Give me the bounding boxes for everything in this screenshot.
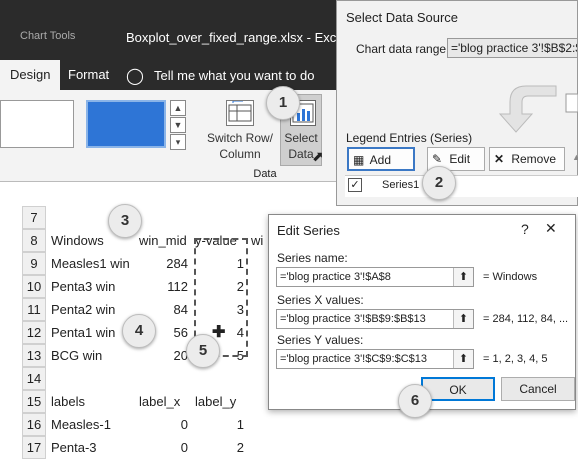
sheet-cell[interactable] [136,367,192,390]
row-header[interactable]: 16 [22,413,46,436]
window-title: Boxplot_over_fixed_range.xlsx - Excel [126,30,347,45]
tab-design[interactable]: Design [0,60,61,90]
more-styles-icon[interactable]: ▾ [170,134,186,150]
sheet-cell[interactable]: win_mid [136,229,192,252]
sheet-cell[interactable] [248,275,270,298]
add-series-button[interactable]: ▦ Add [347,147,415,171]
switch-arrow-icon [496,80,578,139]
series-list [345,175,578,197]
sheet-cell[interactable]: 20 [136,344,192,367]
callout-5: 5 [186,334,220,368]
callout-6: 6 [398,384,432,418]
sheet-cell[interactable]: 2 [192,436,248,459]
chart-style-thumbnail[interactable] [0,100,74,148]
help-button[interactable]: ? [521,221,529,237]
sheet-cell[interactable] [248,321,270,344]
sheet-cell[interactable] [248,390,270,413]
scroll-up-icon[interactable]: ▲ [170,100,186,116]
switch-row-column-button[interactable]: Switch Row/ Column [204,130,276,162]
series-y-input[interactable]: ='blog practice 3'!$C$9:$C$13 [276,349,474,369]
remove-series-button[interactable]: ✕ Remove [489,147,565,171]
move-up-icon[interactable]: ▲ [572,152,578,162]
series-name-preview: = Windows [483,271,538,283]
sheet-cell[interactable]: Measles1 win [48,252,136,275]
edit-series-dialog: Edit Series ? ✕ Series name: ='blog prac… [268,214,576,410]
row-header[interactable]: 11 [22,298,46,321]
sheet-cell[interactable]: label_x [136,390,192,413]
ok-button[interactable]: OK [421,377,495,401]
context-tab-group: Chart Tools [20,30,76,42]
sheet-cell[interactable] [248,367,270,390]
collapse-dialog-icon[interactable]: ⬆ [453,268,473,286]
series-name-input[interactable]: ='blog practice 3'!$A$8 [276,267,474,287]
row-header[interactable]: 15 [22,390,46,413]
series-y-preview: = 1, 2, 3, 4, 5 [483,353,548,365]
add-table-icon: ▦ [353,153,365,167]
series-list-item[interactable]: Series1 [382,179,419,191]
series-checkbox[interactable]: ✓ [348,178,362,192]
sheet-cell[interactable] [192,367,248,390]
callout-1: 1 [266,86,300,120]
chart-data-range-input[interactable]: ='blog practice 3'!$B$2:$C$ [447,38,578,58]
callout-2: 2 [422,166,456,200]
mouse-cursor-icon: ⬈ [312,148,324,164]
sheet-cell[interactable] [248,436,270,459]
collapse-dialog-icon[interactable]: ⬆ [453,350,473,368]
sheet-cell[interactable]: Penta2 win [48,298,136,321]
sheet-cell[interactable]: Penta-3 [48,436,136,459]
series-x-preview: = 284, 112, 84, ... [483,313,569,325]
sheet-cell[interactable]: labels [48,390,136,413]
sheet-cell[interactable]: label_y [192,390,248,413]
sheet-cell[interactable]: 284 [136,252,192,275]
row-header[interactable]: 8 [22,229,46,252]
row-header[interactable]: 13 [22,344,46,367]
lightbulb-icon: ◯ [126,68,144,85]
sheet-cell[interactable]: 112 [136,275,192,298]
row-header[interactable]: 17 [22,436,46,459]
switch-row-column-icon [226,100,254,126]
sheet-cell[interactable] [192,206,248,229]
chart-data-range-label: Chart data range: [356,42,450,56]
tell-me-box[interactable]: Tell me what you want to do [154,68,314,83]
legend-entries-label: Legend Entries (Series) [346,131,473,145]
sheet-cell[interactable] [248,298,270,321]
collapse-dialog-icon[interactable]: ⬆ [453,310,473,328]
sheet-cell[interactable]: Penta3 win [48,275,136,298]
scroll-down-icon[interactable]: ▼ [170,117,186,133]
tab-format[interactable]: Format [58,60,119,90]
data-group-label: Data [253,168,277,180]
sheet-cell[interactable] [248,206,270,229]
row-header[interactable]: 10 [22,275,46,298]
sheet-cell[interactable] [248,413,270,436]
row-header[interactable]: 9 [22,252,46,275]
close-button[interactable]: ✕ [545,220,557,237]
sheet-cell[interactable] [248,252,270,275]
row-header[interactable]: 14 [22,367,46,390]
sheet-cell[interactable]: wi [248,229,270,252]
es-title: Edit Series [277,223,340,238]
sheet-cell[interactable]: 1 [192,413,248,436]
sheet-cell[interactable]: BCG win [48,344,136,367]
sheet-cell[interactable] [136,206,192,229]
callout-4: 4 [122,314,156,348]
sheet-cell[interactable] [248,344,270,367]
row-header[interactable]: 12 [22,321,46,344]
sheet-cell[interactable] [48,367,136,390]
callout-3: 3 [108,204,142,238]
series-name-label: Series name: [277,251,348,265]
series-y-label: Series Y values: [277,333,364,347]
row-header[interactable]: 7 [22,206,46,229]
sheet-cell[interactable]: 0 [136,413,192,436]
series-x-label: Series X values: [277,293,364,307]
sheet-cell[interactable]: 0 [136,436,192,459]
sheet-cell[interactable]: Measles-1 [48,413,136,436]
series-x-input[interactable]: ='blog practice 3'!$B$9:$B$13 [276,309,474,329]
remove-x-icon: ✕ [494,152,505,166]
cancel-button[interactable]: Cancel [501,377,575,401]
chart-style-thumbnail-selected[interactable] [86,100,166,148]
sds-title: Select Data Source [346,10,459,25]
